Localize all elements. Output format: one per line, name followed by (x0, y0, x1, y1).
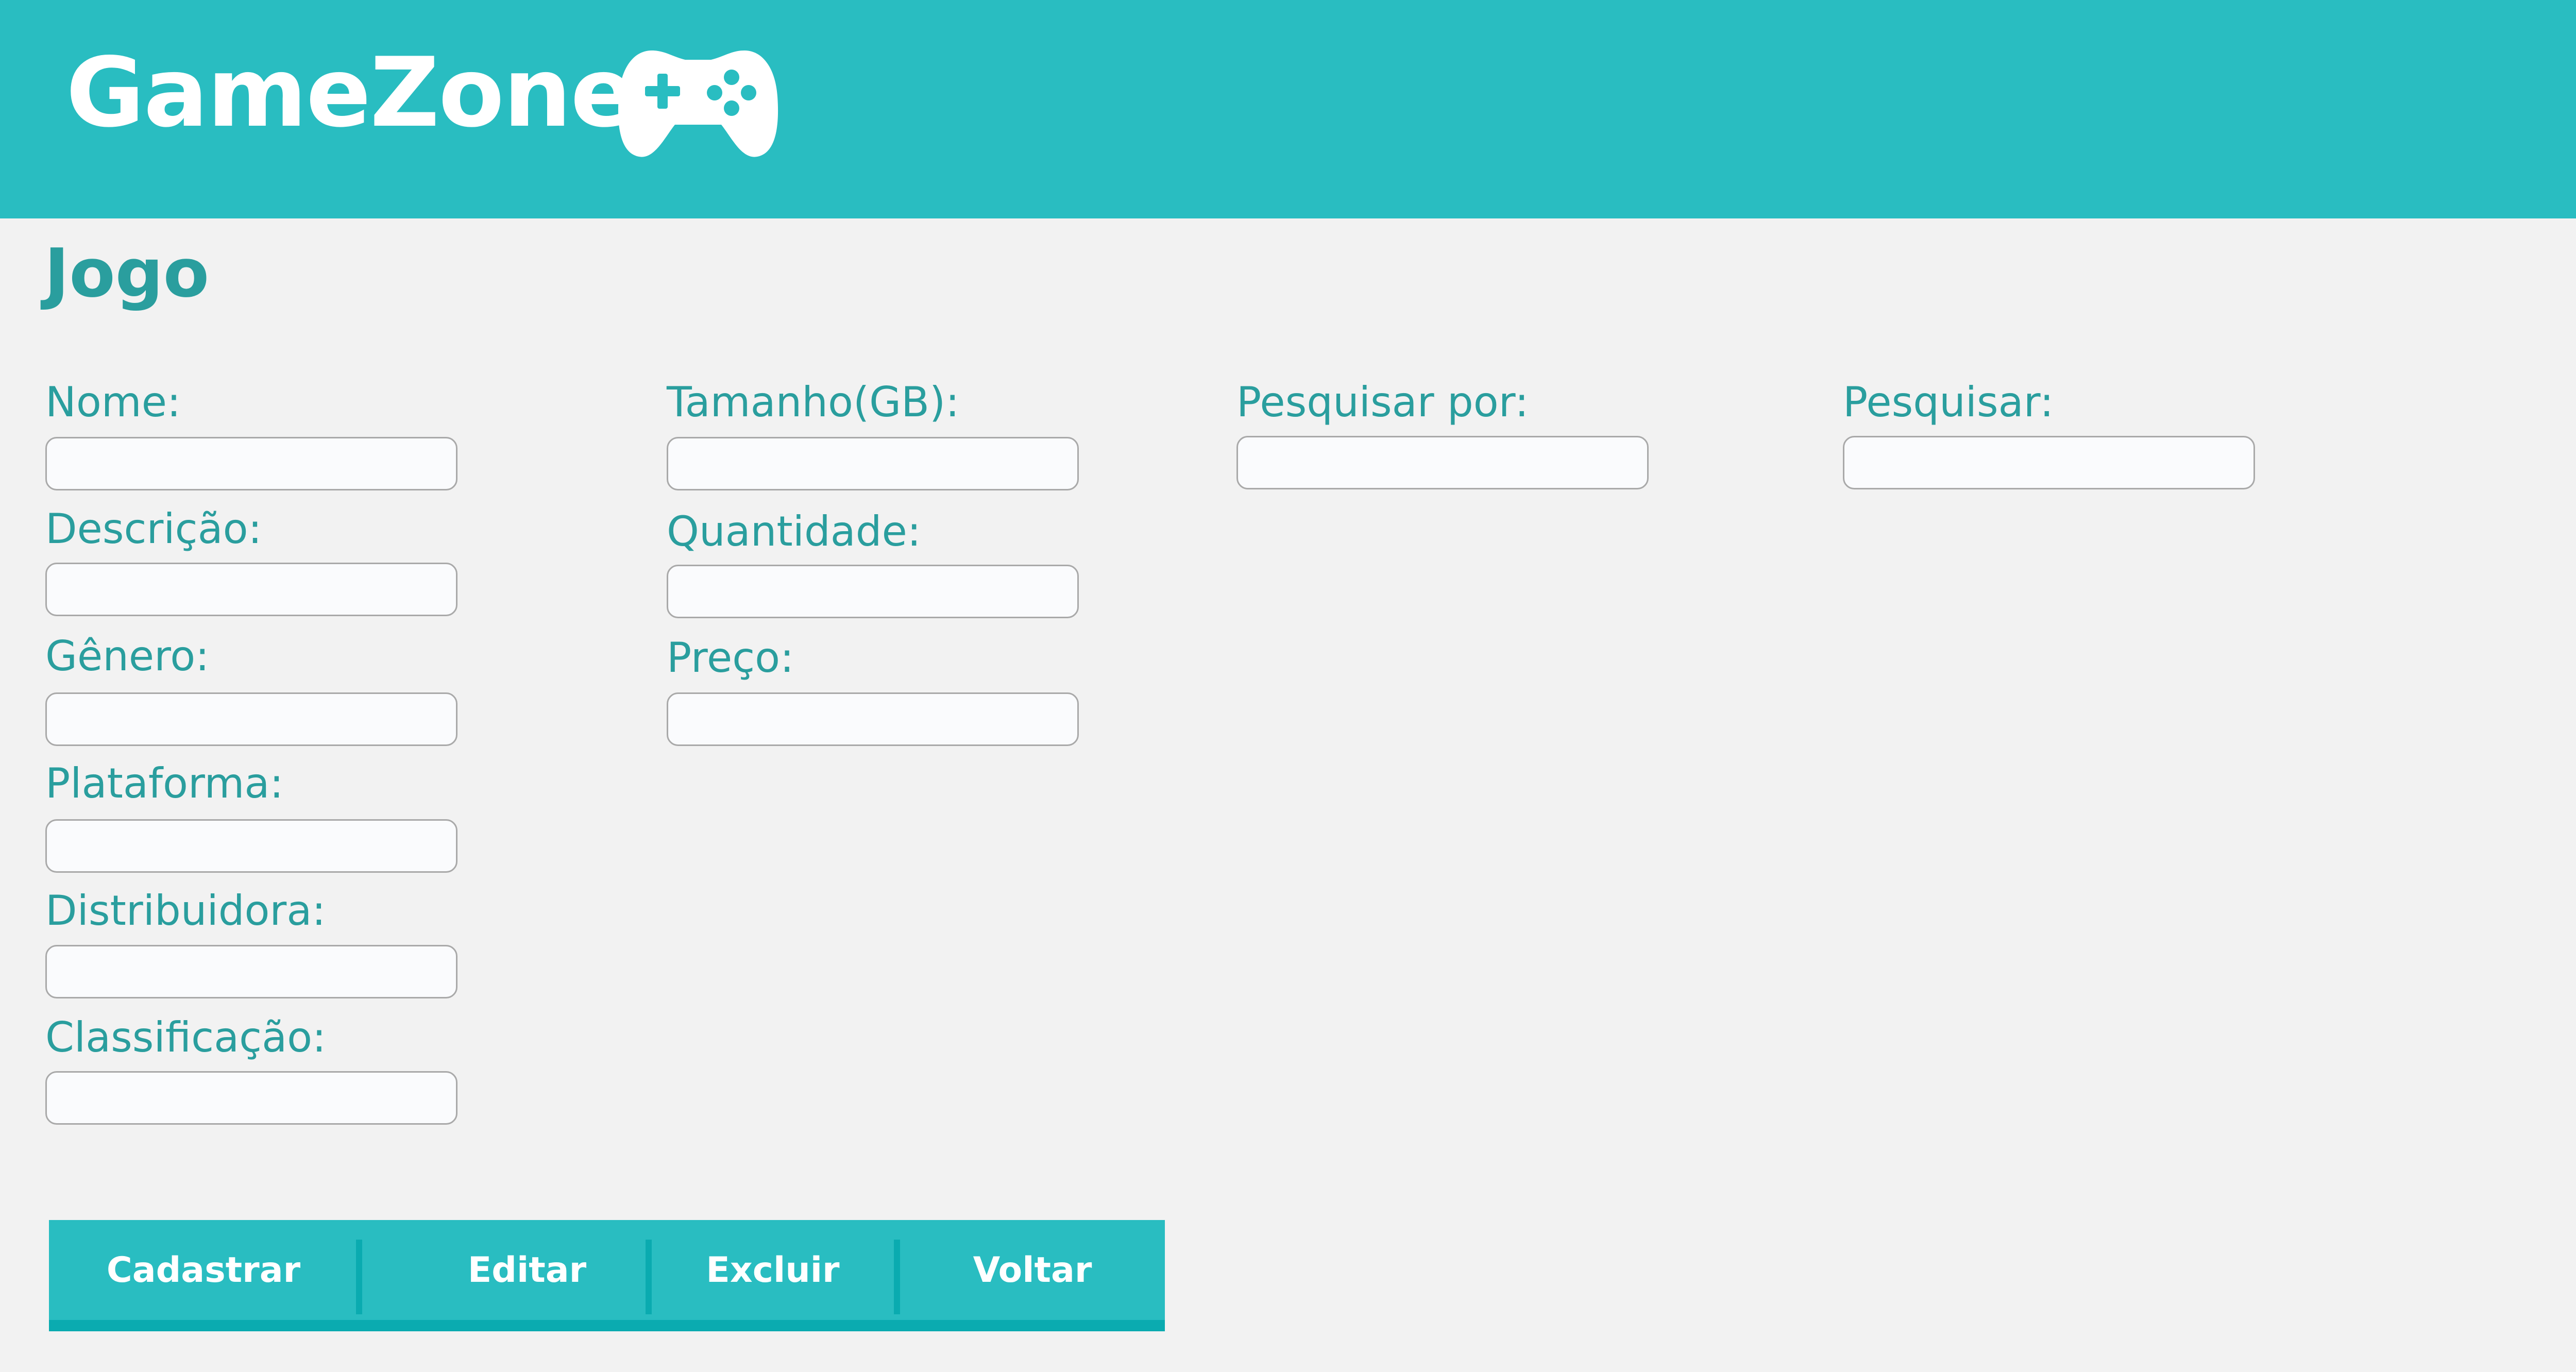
descricao-label: Descrição: (45, 505, 262, 553)
action-button-bar: Cadastrar Editar Excluir Voltar (49, 1220, 1165, 1331)
distribuidora-input[interactable] (45, 945, 457, 998)
editar-button[interactable]: Editar (362, 1220, 692, 1320)
button-divider (356, 1240, 362, 1314)
nome-label: Nome: (45, 378, 181, 426)
classificacao-input[interactable] (45, 1071, 457, 1125)
quantidade-label: Quantidade: (667, 507, 921, 555)
quantidade-input[interactable] (667, 565, 1079, 618)
plataforma-label: Plataforma: (45, 759, 284, 807)
descricao-input[interactable] (45, 563, 457, 616)
tamanho-input[interactable] (667, 437, 1079, 490)
plataforma-input[interactable] (45, 819, 457, 873)
brand-logo-text: GameZone (66, 37, 635, 148)
preco-label: Preço: (667, 634, 794, 682)
gamepad-icon (618, 50, 778, 157)
voltar-button[interactable]: Voltar (900, 1220, 1165, 1320)
app-header: GameZone (0, 0, 2576, 218)
nome-input[interactable] (45, 437, 457, 490)
pesquisar-label: Pesquisar: (1843, 378, 2054, 426)
tamanho-label: Tamanho(GB): (667, 378, 960, 426)
distribuidora-label: Distribuidora: (45, 887, 326, 935)
pesquisar-input[interactable] (1843, 436, 2255, 489)
genero-label: Gênero: (45, 632, 210, 680)
excluir-button[interactable]: Excluir (652, 1220, 894, 1320)
classificacao-label: Classificação: (45, 1013, 326, 1061)
button-divider (646, 1240, 652, 1314)
cadastrar-button[interactable]: Cadastrar (49, 1220, 358, 1320)
pesquisar-por-label: Pesquisar por: (1236, 378, 1529, 426)
preco-input[interactable] (667, 692, 1079, 746)
genero-input[interactable] (45, 692, 457, 746)
pesquisar-por-input[interactable] (1236, 436, 1649, 489)
page-title: Jogo (44, 234, 210, 312)
button-divider (894, 1240, 900, 1314)
